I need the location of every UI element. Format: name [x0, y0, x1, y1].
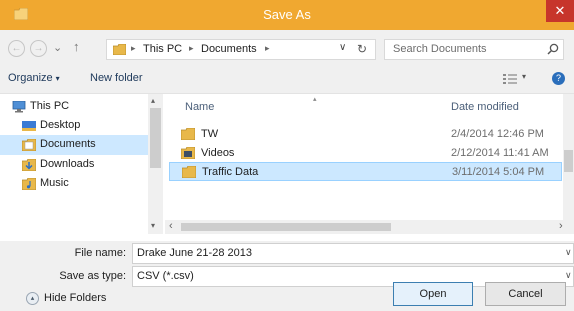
sidebar-item-documents[interactable]: Documents	[0, 135, 148, 155]
file-name-field[interactable]: Drake June 21-28 2013 ∨	[132, 243, 574, 264]
file-date: 2/12/2014 11:41 AM	[451, 147, 549, 159]
sidebar-item-music[interactable]: Music	[0, 174, 148, 194]
refresh-icon[interactable]: ↻	[357, 42, 367, 56]
cancel-button[interactable]: Cancel	[485, 282, 566, 306]
file-name: TW	[201, 128, 219, 140]
chevron-down-icon: ▾	[55, 74, 60, 83]
browser-pane: This PC Desktop Documents Downloads Musi…	[0, 93, 574, 241]
sidebar-item-label: This PC	[30, 100, 70, 112]
documents-icon	[22, 139, 36, 151]
dialog-footer: ▴ Hide Folders Open Cancel	[0, 282, 574, 311]
open-button[interactable]: Open	[393, 282, 473, 306]
address-dropdown-icon[interactable]: ∨	[339, 42, 346, 53]
scroll-down-icon[interactable]: ▾	[151, 221, 155, 230]
sidebar-item-this-pc[interactable]: This PC	[0, 97, 148, 117]
folder-icon	[181, 128, 195, 140]
up-button[interactable]: ↑	[73, 39, 80, 54]
chevron-down-icon[interactable]: ∨	[565, 247, 572, 258]
file-name-value: Drake June 21-28 2013	[137, 247, 252, 259]
breadcrumb-separator: ▸	[131, 43, 136, 53]
computer-icon	[12, 101, 26, 113]
navigation-scrollbar[interactable]: ▴ ▾	[148, 94, 163, 234]
folder-icon	[113, 44, 126, 55]
navigation-pane: This PC Desktop Documents Downloads Musi…	[0, 94, 163, 234]
window-title: Save As	[263, 7, 311, 22]
file-row-videos[interactable]: Videos 2/12/2014 11:41 AM	[169, 144, 562, 163]
view-options-chevron-icon[interactable]: ▾	[522, 72, 526, 81]
search-placeholder: Search Documents	[393, 43, 487, 55]
file-list-horizontal-scrollbar[interactable]: ‹ ›	[165, 220, 574, 234]
save-as-type-label: Save as type:	[59, 270, 126, 282]
sort-ascending-icon: ▴	[313, 96, 317, 103]
sidebar-item-label: Downloads	[40, 158, 95, 170]
file-name: Videos	[201, 147, 235, 159]
save-as-type-value: CSV (*.csv)	[137, 270, 194, 282]
change-view-icon[interactable]	[503, 74, 517, 84]
chevron-down-icon[interactable]: ∨	[565, 270, 572, 281]
search-icon[interactable]	[547, 43, 559, 55]
file-row-traffic-data[interactable]: Traffic Data 3/11/2014 5:04 PM	[169, 162, 562, 181]
folder-icon	[182, 166, 196, 178]
breadcrumb-separator: ▸	[265, 43, 270, 53]
file-list-vertical-scrollbar[interactable]	[563, 94, 574, 220]
back-button[interactable]: ←	[8, 40, 25, 57]
scrollbar-thumb[interactable]	[150, 108, 161, 168]
breadcrumb-this-pc[interactable]: This PC	[143, 43, 182, 55]
sidebar-item-desktop[interactable]: Desktop	[0, 116, 148, 136]
organize-button[interactable]: Organize ▾	[8, 72, 60, 84]
scrollbar-thumb[interactable]	[181, 223, 391, 231]
column-header-date-modified[interactable]: Date modified	[451, 101, 519, 113]
scroll-up-icon[interactable]: ▴	[151, 96, 155, 105]
hide-folders-icon[interactable]: ▴	[26, 292, 39, 305]
help-icon[interactable]: ?	[552, 72, 565, 85]
title-bar: Save As ✕	[0, 0, 574, 30]
forward-button[interactable]: →	[30, 40, 47, 57]
sidebar-item-downloads[interactable]: Downloads	[0, 155, 148, 175]
command-bar: Organize ▾ New folder ▾ ?	[0, 66, 574, 93]
file-name-label: File name:	[74, 247, 126, 259]
organize-label: Organize	[8, 72, 53, 84]
file-name: Traffic Data	[202, 166, 259, 178]
hide-folders-button[interactable]: Hide Folders	[44, 292, 106, 304]
file-row-tw[interactable]: TW 2/4/2014 12:46 PM	[169, 125, 562, 144]
navigation-bar: ← → ⌄ ↑ ▸ This PC ▸ Documents ▸ ∨ ↻ Sear…	[0, 30, 574, 66]
videos-folder-icon	[181, 147, 195, 159]
file-list: Name ▴ Date modified TW 2/4/2014 12:46 P…	[165, 94, 574, 234]
scrollbar-thumb[interactable]	[564, 150, 573, 172]
close-button[interactable]: ✕	[546, 0, 574, 22]
search-box[interactable]: Search Documents	[384, 39, 564, 60]
file-date: 2/4/2014 12:46 PM	[451, 128, 544, 140]
desktop-icon	[22, 121, 36, 131]
dialog-body: ← → ⌄ ↑ ▸ This PC ▸ Documents ▸ ∨ ↻ Sear…	[0, 30, 574, 311]
address-bar[interactable]: ▸ This PC ▸ Documents ▸ ∨ ↻	[106, 39, 376, 60]
file-date: 3/11/2014 5:04 PM	[452, 166, 545, 178]
music-icon	[22, 178, 36, 190]
recent-locations-button[interactable]: ⌄	[53, 41, 62, 54]
new-folder-button[interactable]: New folder	[90, 72, 143, 84]
scroll-right-icon[interactable]: ›	[559, 220, 563, 232]
sidebar-item-label: Desktop	[40, 119, 81, 131]
breadcrumb-separator: ▸	[189, 43, 194, 53]
breadcrumb-documents[interactable]: Documents	[201, 43, 257, 55]
sidebar-item-label: Documents	[40, 138, 96, 150]
scroll-left-icon[interactable]: ‹	[169, 220, 173, 232]
sidebar-item-label: Music	[40, 177, 69, 189]
downloads-icon	[22, 159, 36, 171]
column-header-name[interactable]: Name	[185, 101, 214, 113]
